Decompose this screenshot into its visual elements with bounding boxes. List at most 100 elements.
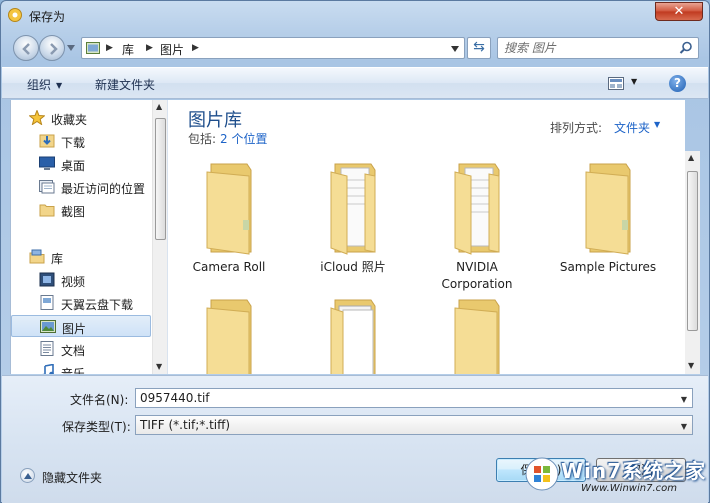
filename-label: 文件名(N): (70, 393, 129, 407)
scroll-down-arrow-icon[interactable]: ▼ (156, 362, 162, 371)
scrollbar-thumb[interactable] (687, 171, 698, 331)
folder-icon (585, 163, 631, 255)
close-button[interactable]: ✕ (655, 2, 703, 21)
music-library-icon (42, 364, 54, 374)
breadcrumb-separator[interactable]: ▶ (146, 43, 153, 53)
hide-folders-label: 隐藏文件夹 (42, 471, 103, 485)
arrange-by-dropdown[interactable]: 文件夹 (614, 119, 650, 136)
nav-item-favorites[interactable]: 收藏夹 (11, 107, 151, 129)
nav-item-label: 天翼云盘下载 (61, 298, 134, 312)
file-list-scrollbar[interactable]: ▲ ▼ (685, 151, 700, 374)
chevron-down-icon: ▼ (56, 81, 63, 90)
folder-item[interactable] (298, 296, 408, 374)
nav-item-label: 库 (51, 252, 64, 266)
nav-item-label: 下载 (61, 136, 86, 150)
back-button[interactable] (13, 35, 39, 61)
nav-item-recent-places[interactable]: 最近访问的位置 (11, 176, 151, 198)
folder-item[interactable] (422, 296, 532, 374)
help-icon[interactable]: ? (669, 75, 686, 92)
documents-library-icon (40, 341, 54, 356)
app-icon (8, 8, 22, 22)
library-title: 图片库 (188, 110, 242, 131)
chevron-down-icon[interactable]: ▼ (681, 395, 687, 404)
breadcrumb-pictures[interactable]: 图片 (160, 41, 184, 58)
folder-item[interactable]: Sample Pictures (553, 160, 663, 276)
search-input[interactable] (504, 40, 674, 56)
library-icon (29, 249, 45, 264)
forward-button[interactable] (39, 35, 65, 61)
folder-name: NVIDIA (456, 260, 498, 274)
nav-item-pictures[interactable]: 图片 (11, 315, 151, 337)
address-bar[interactable]: ▶ 库 ▶ 图片 ▶ (81, 37, 465, 59)
scrollbar-thumb[interactable] (155, 118, 166, 240)
chevron-down-icon[interactable]: ▼ (654, 120, 660, 129)
nav-item-label: 视频 (61, 275, 86, 289)
back-arrow-icon (22, 43, 30, 55)
nav-item-label: 文档 (61, 344, 86, 358)
refresh-button[interactable]: ⇆ (467, 37, 491, 59)
title-bar[interactable]: 保存为 ✕ (1, 1, 709, 29)
folder-item[interactable]: iCloud 照片 (298, 160, 408, 276)
refresh-icon: ⇆ (473, 39, 485, 55)
nav-item-label: 截图 (61, 205, 86, 219)
navigation-pane: 收藏夹 下载 桌面 最近访问的位置 截图 库 视频 天翼云盘下载 图片 文档 音… (10, 100, 152, 374)
view-options-icon[interactable] (608, 77, 624, 90)
includes-label: 包括: (188, 132, 217, 146)
save-type-select[interactable]: TIFF (*.tif;*.tiff) ▼ (135, 415, 693, 435)
nav-item-downloads[interactable]: 下载 (11, 130, 151, 152)
folder-icon (39, 204, 55, 217)
folder-item[interactable] (174, 296, 284, 374)
folder-item[interactable]: Camera Roll (174, 160, 284, 276)
locations-link[interactable]: 2 个位置 (220, 132, 267, 146)
filename-input[interactable] (140, 391, 660, 405)
folder-name: Camera Roll (192, 260, 266, 274)
nav-pane-scrollbar[interactable]: ▲ ▼ (152, 100, 167, 374)
breadcrumb-separator[interactable]: ▶ (106, 43, 113, 53)
recent-places-icon (39, 180, 55, 194)
folder-with-files-icon (330, 299, 376, 374)
command-bar: 组织 ▼ 新建文件夹 ▼ ? (2, 67, 708, 99)
recent-pages-chevron-icon[interactable] (67, 45, 75, 51)
nav-item-label: 最近访问的位置 (61, 182, 146, 196)
nav-item-label: 桌面 (61, 159, 86, 173)
folder-name: Sample Pictures (559, 260, 657, 274)
nav-item-label: 音乐 (61, 367, 86, 374)
organize-label: 组织 (27, 78, 52, 92)
nav-item-documents[interactable]: 文档 (11, 338, 151, 360)
folder-name: iCloud 照片 (320, 260, 386, 274)
folder-item[interactable]: NVIDIA Corporation (422, 160, 532, 293)
search-box[interactable] (497, 37, 699, 59)
breadcrumb-library[interactable]: 库 (122, 41, 134, 58)
arrange-by-label: 排列方式: (550, 121, 603, 135)
filename-combobox[interactable]: ▼ (135, 388, 693, 408)
folder-icon (206, 163, 252, 255)
new-folder-button[interactable]: 新建文件夹 (95, 76, 155, 93)
chevron-down-icon[interactable] (451, 46, 459, 52)
library-includes: 包括: 2 个位置 (188, 130, 268, 147)
nav-item-music[interactable]: 音乐 (11, 361, 151, 374)
watermark-url: Www.Winwin7.com (581, 483, 677, 494)
site-watermark: Win7系统之家 Www.Winwin7.com (521, 453, 707, 499)
window-title: 保存为 (29, 10, 66, 24)
organize-button[interactable]: 组织 ▼ (27, 76, 62, 93)
document-icon (40, 295, 54, 310)
chevron-down-icon[interactable]: ▼ (681, 422, 687, 431)
scroll-up-arrow-icon[interactable]: ▲ (156, 102, 162, 111)
breadcrumb-separator[interactable]: ▶ (192, 43, 199, 53)
nav-item-libraries[interactable]: 库 (11, 246, 151, 268)
nav-item-screenshots[interactable]: 截图 (11, 199, 151, 221)
nav-item-label: 收藏夹 (51, 113, 88, 127)
search-icon[interactable] (679, 41, 693, 55)
folder-with-files-icon (454, 163, 500, 255)
nav-item-desktop[interactable]: 桌面 (11, 153, 151, 175)
video-library-icon (39, 272, 55, 287)
collapse-icon (20, 468, 35, 483)
nav-item-videos[interactable]: 视频 (11, 269, 151, 291)
save-type-value: TIFF (*.tif;*.tiff) (140, 418, 231, 432)
scroll-up-arrow-icon[interactable]: ▲ (688, 153, 694, 162)
folder-name-line2: Corporation (441, 277, 513, 291)
chevron-down-icon[interactable]: ▼ (631, 77, 637, 86)
folder-with-files-icon (330, 163, 376, 255)
scroll-down-arrow-icon[interactable]: ▼ (688, 361, 694, 370)
nav-item-cloud-downloads[interactable]: 天翼云盘下载 (11, 292, 151, 314)
